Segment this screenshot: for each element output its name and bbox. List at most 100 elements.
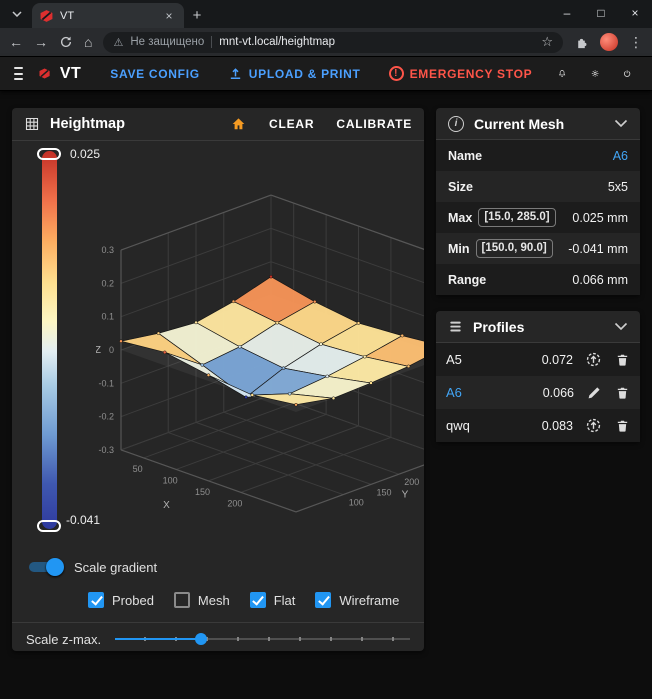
wireframe-checkbox[interactable]: Wireframe xyxy=(315,592,399,608)
svg-text:0: 0 xyxy=(109,345,114,355)
chevron-down-icon[interactable] xyxy=(614,119,628,128)
probed-label: Probed xyxy=(112,592,154,608)
scale-gradient-toggle[interactable] xyxy=(28,558,64,576)
svg-text:-0.2: -0.2 xyxy=(98,412,114,422)
browser-tab[interactable]: VT × xyxy=(32,3,184,28)
bookmark-star-icon[interactable]: ☆ xyxy=(541,34,553,50)
probed-checkbox[interactable]: Probed xyxy=(88,592,154,608)
security-label: Не защищено xyxy=(130,36,205,48)
heightmap-grid-icon xyxy=(25,117,39,131)
clear-button[interactable]: CLEAR xyxy=(269,117,314,131)
profiles-title: Profiles xyxy=(473,318,525,335)
emergency-stop-button[interactable]: ! EMERGENCY STOP xyxy=(388,66,533,81)
window-maximize-button[interactable]: □ xyxy=(584,0,618,28)
window-close-button[interactable]: × xyxy=(618,0,652,28)
browser-toolbar: ← → ⌂ ⚠ Не защищено mnt-vt.local/heightm… xyxy=(0,28,652,57)
not-secure-warning-icon[interactable]: ⚠ xyxy=(113,36,123,49)
tab-title: VT xyxy=(60,9,75,22)
profiles-icon xyxy=(450,321,461,332)
coord-chip[interactable]: [150.0, 90.0] xyxy=(475,239,553,258)
profile-row: qwq 0.083 xyxy=(436,409,640,442)
upload-icon xyxy=(230,68,240,79)
notifications-bell-icon[interactable] xyxy=(558,65,566,82)
load-profile-icon[interactable] xyxy=(585,351,602,368)
profile-row: A6 0.066 xyxy=(436,376,640,409)
heightmap-3d-plot[interactable]: 0.3 0.2 0.1 0 -0.1 -0.2 -0.3 50 100 150 200 100 150 2… xyxy=(96,145,424,549)
svg-text:200: 200 xyxy=(227,498,242,508)
profile-row: A5 0.072 xyxy=(436,343,640,376)
svg-text:-0.1: -0.1 xyxy=(98,378,114,388)
upload-and-print-button[interactable]: UPLOAD & PRINT xyxy=(228,66,361,81)
forward-icon[interactable]: → xyxy=(34,35,48,49)
scale-zmax-slider[interactable] xyxy=(115,632,410,646)
svg-text:100: 100 xyxy=(349,498,364,508)
mesh-row-min: Min [150.0, 90.0] -0.041 mm xyxy=(436,233,640,264)
settings-gear-icon[interactable] xyxy=(591,65,599,82)
info-icon: i xyxy=(448,115,464,132)
colorbar-gradient[interactable] xyxy=(37,148,61,532)
url-text[interactable]: mnt-vt.local/heightmap xyxy=(219,36,534,48)
page-title: Heightmap xyxy=(50,116,125,132)
load-profile-icon[interactable] xyxy=(585,417,602,434)
reload-icon[interactable] xyxy=(59,35,73,49)
mesh-row-max: Max [15.0, 285.0] 0.025 mm xyxy=(436,202,640,233)
slider-thumb[interactable] xyxy=(194,633,207,645)
svg-text:Z: Z xyxy=(96,345,101,356)
menu-hamburger-icon[interactable] xyxy=(14,67,23,80)
svg-text:0.3: 0.3 xyxy=(101,245,114,255)
colorbar-min-label: -0.041 xyxy=(66,513,101,527)
current-mesh-title: Current Mesh xyxy=(474,115,565,132)
flat-checkbox[interactable]: Flat xyxy=(249,592,295,608)
delete-profile-icon[interactable] xyxy=(615,352,630,368)
browser-titlebar: VT × + – □ × xyxy=(0,0,652,28)
mesh-row-size: Size 5x5 xyxy=(436,171,640,202)
delete-profile-icon[interactable] xyxy=(615,418,630,434)
heightmap-plot-area: 0.025 -0.041 0.3 0.2 0.1 0 -0.1 -0.2 -0.3 50 100… xyxy=(12,141,424,555)
svg-text:200: 200 xyxy=(404,477,419,487)
edit-profile-icon[interactable] xyxy=(586,385,602,401)
upload-and-print-label: UPLOAD & PRINT xyxy=(248,66,361,81)
svg-text:0.1: 0.1 xyxy=(101,312,114,322)
tab-close-icon[interactable]: × xyxy=(162,9,176,23)
svg-text:50: 50 xyxy=(133,464,143,474)
browser-home-icon[interactable]: ⌂ xyxy=(84,35,92,49)
window-minimize-button[interactable]: – xyxy=(550,0,584,28)
colorbar-min-handle[interactable] xyxy=(37,520,61,532)
svg-text:100: 100 xyxy=(163,475,178,485)
extensions-puzzle-icon[interactable] xyxy=(574,35,589,50)
chevron-down-icon xyxy=(12,11,22,17)
tab-search-button[interactable] xyxy=(6,4,28,24)
browser-profile-avatar[interactable] xyxy=(600,33,618,51)
app-header: VT SAVE CONFIG UPLOAD & PRINT ! EMERGENC… xyxy=(0,57,652,91)
svg-text:X: X xyxy=(163,500,170,511)
save-config-label: SAVE CONFIG xyxy=(110,66,200,81)
mesh-label: Mesh xyxy=(197,592,230,608)
layer-checkboxes: Probed Mesh Flat Wireframe xyxy=(88,592,424,608)
mesh-checkbox[interactable]: Mesh xyxy=(173,592,230,608)
calibrate-button[interactable]: CALIBRATE xyxy=(336,117,412,131)
profiles-card: Profiles A5 0.072 A6 0.066 qwq 0.083 xyxy=(436,311,640,442)
address-bar[interactable]: ⚠ Не защищено mnt-vt.local/heightmap ☆ xyxy=(103,31,563,53)
svg-text:-0.3: -0.3 xyxy=(98,445,114,455)
site-favicon xyxy=(40,9,53,22)
delete-profile-icon[interactable] xyxy=(615,385,630,401)
mesh-row-range: Range 0.066 mm xyxy=(436,264,640,295)
save-config-button[interactable]: SAVE CONFIG xyxy=(110,67,200,81)
svg-text:150: 150 xyxy=(195,487,210,497)
mesh-row-name: Name A6 xyxy=(436,140,640,171)
chevron-down-icon[interactable] xyxy=(614,322,628,331)
coord-chip[interactable]: [15.0, 285.0] xyxy=(478,208,556,227)
scale-zmax-label: Scale z-max. xyxy=(26,631,102,647)
omnibox-divider xyxy=(211,36,213,48)
svg-text:Y: Y xyxy=(402,489,409,500)
new-tab-button[interactable]: + xyxy=(184,7,210,24)
emergency-stop-label: EMERGENCY STOP xyxy=(409,66,533,81)
back-icon[interactable]: ← xyxy=(9,35,23,49)
scale-gradient-label: Scale gradient xyxy=(74,559,158,575)
browser-menu-icon[interactable]: ⋮ xyxy=(629,34,643,51)
colorbar-max-handle[interactable] xyxy=(37,148,61,160)
power-icon[interactable] xyxy=(623,65,631,82)
heightmap-card: Heightmap CLEAR CALIBRATE 0.025 -0.041 0… xyxy=(12,108,424,651)
home-position-icon[interactable] xyxy=(230,116,247,132)
app-title: VT xyxy=(59,64,82,82)
